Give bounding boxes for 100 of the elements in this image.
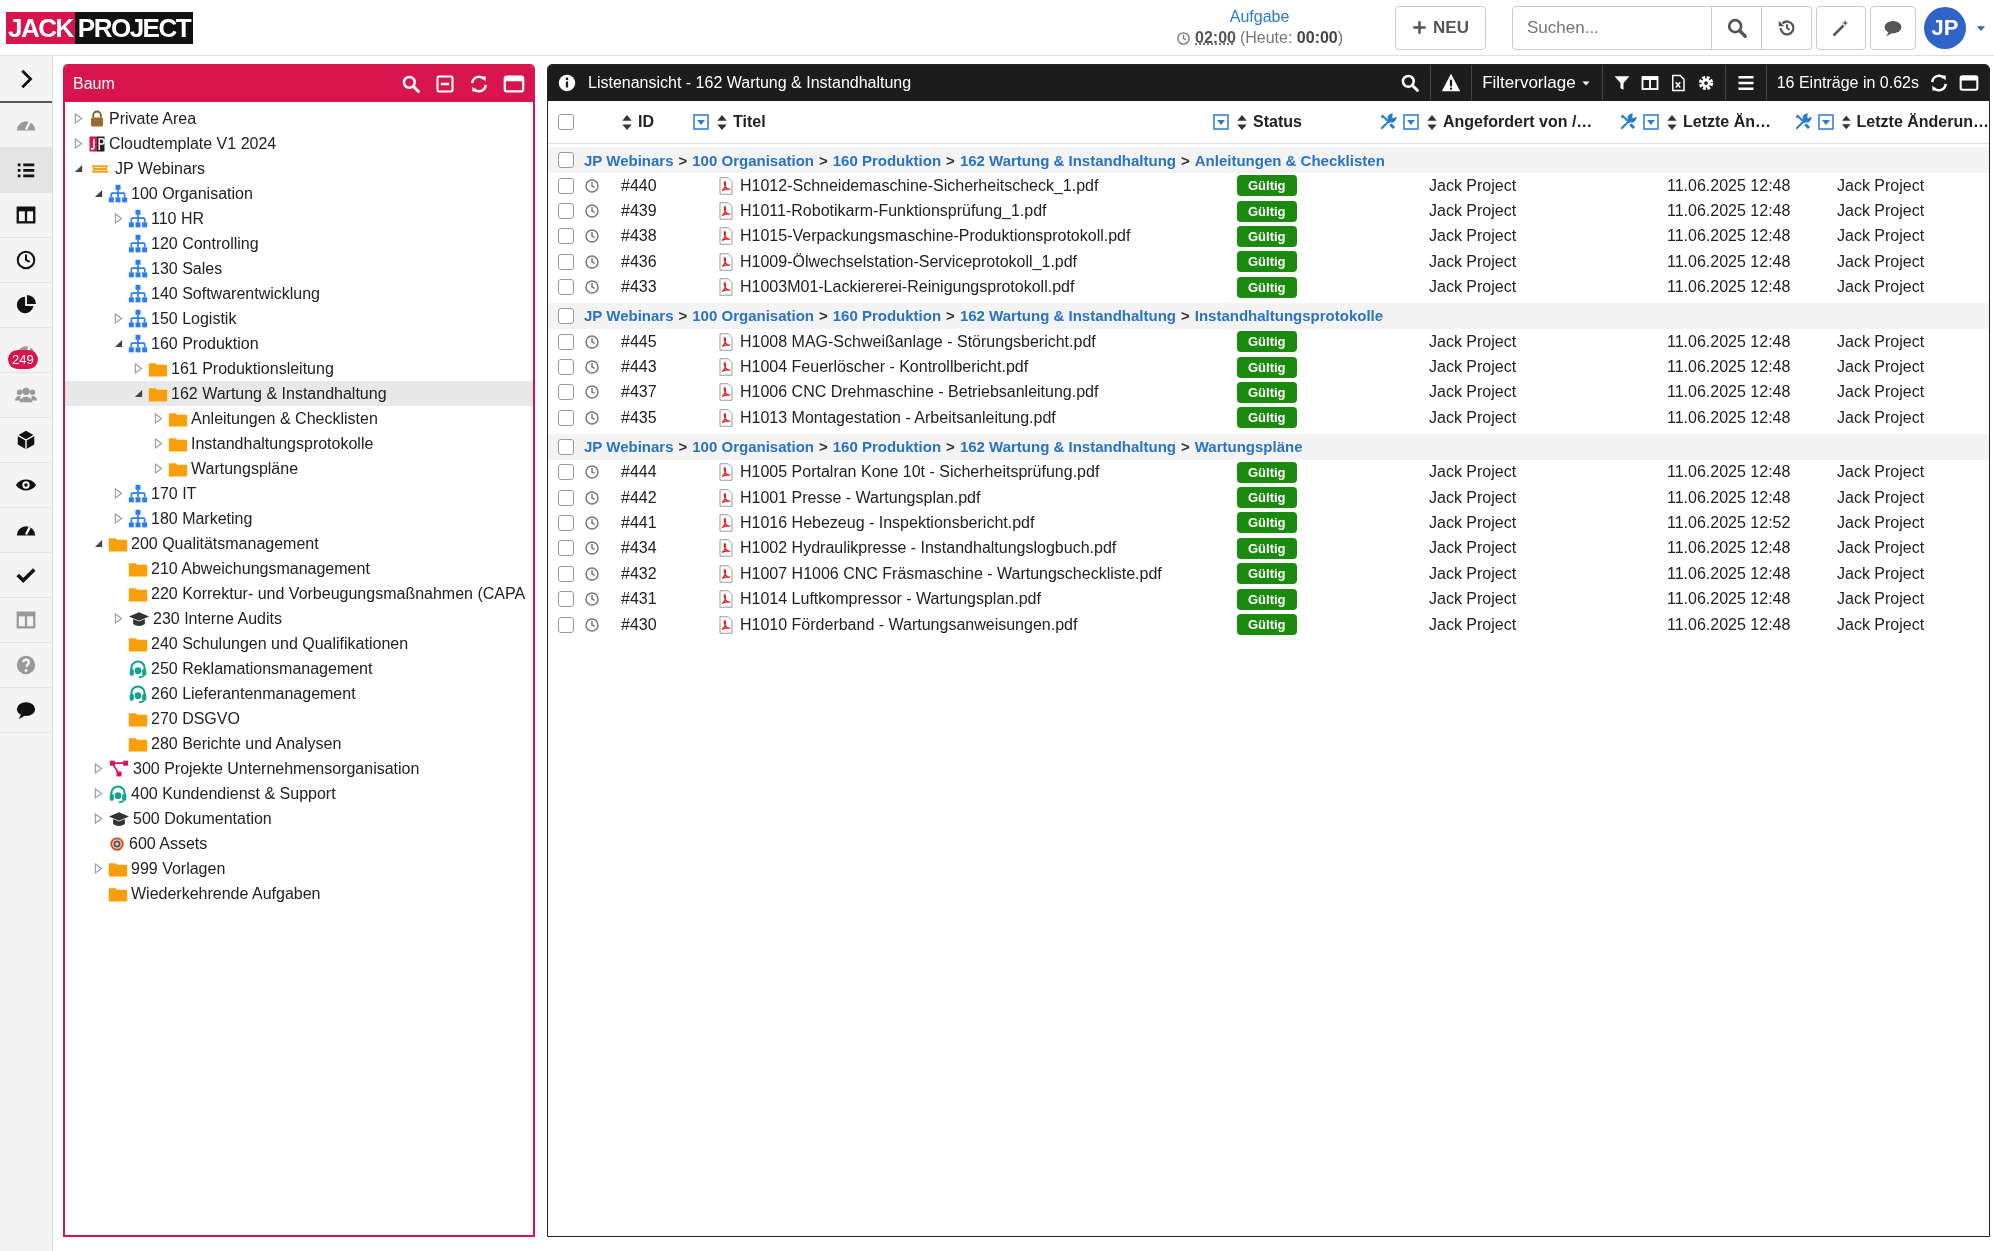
document-title[interactable]: H1003M01-Lackiererei-Reinigungsprotokoll.pdf — [740, 278, 1075, 297]
tree-item[interactable]: 400 Kundendienst & Support — [65, 781, 533, 806]
clock-icon[interactable] — [584, 203, 600, 220]
breadcrumb-link[interactable]: Instandhaltungsprotokolle — [1194, 307, 1384, 325]
tree-item[interactable]: 260 Lieferantenmanagement — [65, 681, 533, 706]
breadcrumb-link[interactable]: JP Webinars — [584, 307, 674, 325]
tree-item[interactable]: 160 Produktion — [65, 331, 533, 356]
tree-item[interactable]: 230 Interne Audits — [65, 606, 533, 631]
filter-dropdown-icon[interactable] — [693, 114, 709, 130]
filter-dropdown-icon[interactable] — [1403, 114, 1419, 130]
document-title[interactable]: H1006 CNC Drehmaschine - Betriebsanleitung.pdf — [740, 383, 1099, 402]
tree-item[interactable]: Cloudtemplate V1 2024 — [65, 131, 533, 156]
tools-icon[interactable] — [1794, 113, 1812, 131]
checkbox[interactable] — [558, 515, 574, 531]
checkbox[interactable] — [558, 333, 574, 350]
sidebar-item[interactable]: 249 — [0, 328, 52, 373]
warning-icon[interactable] — [1441, 73, 1462, 93]
breadcrumb-link[interactable]: 160 Produktion — [832, 151, 942, 169]
clock-icon[interactable] — [584, 253, 600, 270]
clock-icon[interactable] — [584, 591, 600, 608]
refresh-icon[interactable] — [1929, 73, 1949, 93]
checkbox[interactable] — [558, 228, 574, 245]
clock-icon[interactable] — [584, 228, 600, 245]
tree-item[interactable]: Wiederkehrende Aufgaben — [65, 881, 533, 906]
collapsed-triangle-icon[interactable] — [153, 438, 163, 449]
checkbox[interactable] — [558, 616, 574, 633]
tree-item[interactable]: 140 Softwarentwicklung — [65, 281, 533, 306]
history-button[interactable] — [1762, 5, 1812, 50]
collapsed-triangle-icon[interactable] — [113, 213, 123, 224]
checkbox[interactable] — [558, 152, 574, 168]
new-button[interactable]: NEU — [1395, 5, 1486, 50]
tree-item[interactable]: 161 Produktionsleitung — [65, 356, 533, 381]
checkbox[interactable] — [558, 591, 574, 608]
collapsed-triangle-icon[interactable] — [93, 763, 103, 774]
document-title[interactable]: H1009-Ölwechselstation-Serviceprotokoll_1.pdf — [740, 252, 1078, 271]
tree-item[interactable]: 280 Berichte und Analysen — [65, 731, 533, 756]
filter-icon[interactable] — [1612, 74, 1631, 92]
clock-icon[interactable] — [584, 384, 600, 401]
document-title[interactable]: H1001 Presse - Wartungsplan.pdf — [740, 488, 981, 507]
collapsed-triangle-icon[interactable] — [153, 463, 163, 474]
collapsed-triangle-icon[interactable] — [93, 813, 103, 824]
checkbox[interactable] — [558, 384, 574, 401]
collapsed-triangle-icon[interactable] — [133, 363, 143, 374]
document-title[interactable]: H1012-Schneidemaschine-Sicherheitscheck_1.pdf — [740, 176, 1099, 195]
breadcrumb-link[interactable]: 100 Organisation — [692, 151, 814, 169]
clock-icon[interactable] — [584, 540, 600, 557]
filter-dropdown-icon[interactable] — [1213, 114, 1229, 130]
breadcrumb-link[interactable]: 162 Wartung & Instandhaltung — [959, 307, 1176, 325]
clock-icon[interactable] — [584, 333, 600, 350]
document-title[interactable]: H1005 Portalran Kone 10t - Sicherheitsprüfung.pdf — [740, 463, 1100, 482]
checkbox[interactable] — [558, 438, 574, 455]
checkbox[interactable] — [558, 409, 574, 426]
clock-icon[interactable] — [584, 489, 600, 506]
column-header[interactable]: Titel — [733, 113, 766, 131]
document-title[interactable]: H1015-Verpackungsmaschine-Produktionsprotokoll.pdf — [740, 227, 1131, 246]
sort-icon[interactable] — [622, 114, 632, 130]
collapsed-triangle-icon[interactable] — [73, 113, 83, 124]
tree-item[interactable]: JP Webinars — [65, 156, 533, 181]
collapsed-triangle-icon[interactable] — [73, 138, 83, 149]
breadcrumb-link[interactable]: 100 Organisation — [692, 307, 814, 325]
document-title[interactable]: H1002 Hydraulikpresse - Instandhaltungslogbuch.pdf — [740, 539, 1117, 558]
checkbox[interactable] — [558, 540, 574, 557]
tree-item[interactable]: 150 Logistik — [65, 306, 533, 331]
tree-item[interactable]: 220 Korrektur- und Vorbeugungsmaßnahmen (CAPA — [65, 581, 533, 606]
tree-item[interactable]: 170 IT — [65, 481, 533, 506]
document-title[interactable]: H1004 Feuerlöscher - Kontrollbericht.pdf — [740, 358, 1029, 377]
document-title[interactable]: H1010 Förderband - Wartungsanweisungen.pdf — [740, 615, 1078, 634]
tree-item[interactable]: 210 Abweichungsmanagement — [65, 556, 533, 581]
collapsed-triangle-icon[interactable] — [93, 863, 103, 874]
collapsed-triangle-icon[interactable] — [113, 513, 123, 524]
column-header[interactable]: Letzte Än… — [1683, 113, 1771, 131]
clock-icon[interactable] — [584, 616, 600, 633]
tree-item[interactable]: 600 Assets — [65, 831, 533, 856]
document-title[interactable]: H1016 Hebezeug - Inspektionsbericht.pdf — [740, 514, 1035, 532]
column-header[interactable]: Letzte Änderun… — [1856, 113, 1989, 131]
tree-item[interactable]: 999 Vorlagen — [65, 856, 533, 881]
expanded-triangle-icon[interactable] — [113, 339, 123, 348]
columns-icon[interactable] — [1640, 74, 1659, 92]
document-title[interactable]: H1011-Robotikarm-Funktionsprüfung_1.pdf — [740, 202, 1047, 221]
user-avatar[interactable]: JP — [1924, 6, 1966, 49]
expanded-triangle-icon[interactable] — [73, 164, 83, 173]
collapsed-triangle-icon[interactable] — [113, 313, 123, 324]
column-header[interactable]: ID — [638, 113, 654, 131]
tree-item[interactable]: Wartungspläne — [65, 456, 533, 481]
checkbox[interactable] — [558, 279, 574, 296]
tree-item[interactable]: 500 Dokumentation — [65, 806, 533, 831]
clock-icon[interactable] — [584, 515, 600, 531]
document-title[interactable]: H1013 Montagestation - Arbeitsanleitung.pdf — [740, 408, 1056, 427]
checkbox[interactable] — [558, 114, 574, 130]
tree-item[interactable]: 240 Schulungen und Qualifikationen — [65, 631, 533, 656]
filter-dropdown-icon[interactable] — [1818, 114, 1834, 130]
column-header[interactable]: Status — [1253, 113, 1302, 131]
filter-dropdown-icon[interactable] — [1643, 114, 1659, 130]
checkbox[interactable] — [558, 489, 574, 506]
document-title[interactable]: H1007 H1006 CNC Fräsmaschine - Wartungscheckliste.pdf — [740, 564, 1162, 583]
search-field[interactable]: Suchen... — [1512, 5, 1712, 50]
sort-icon[interactable] — [1237, 114, 1247, 130]
tree-item[interactable]: Private Area — [65, 106, 533, 131]
breadcrumb-link[interactable]: 162 Wartung & Instandhaltung — [959, 438, 1176, 455]
breadcrumb-link[interactable]: 160 Produktion — [832, 307, 942, 325]
